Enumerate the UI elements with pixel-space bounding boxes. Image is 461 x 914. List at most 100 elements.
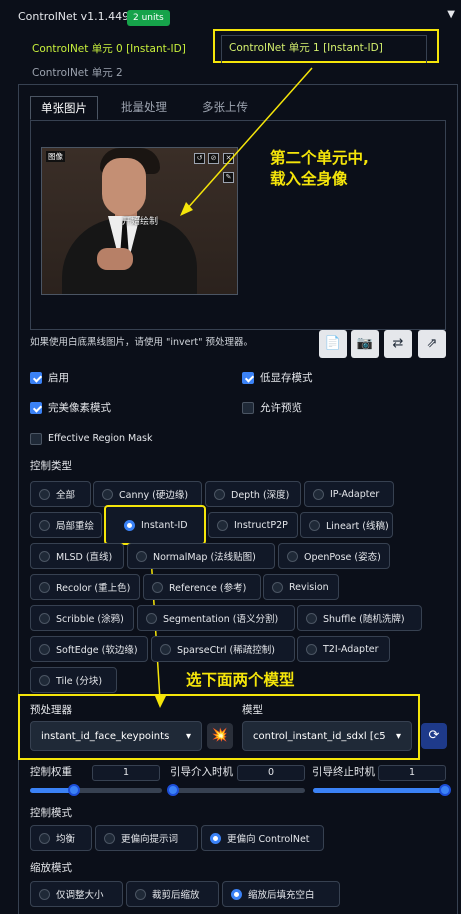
control-type-revision[interactable]: Revision: [263, 574, 339, 600]
control-type-t2i-adapter[interactable]: T2I-Adapter: [297, 636, 390, 662]
radio-instant-id[interactable]: [124, 519, 135, 531]
radio-shuffle[interactable]: [306, 612, 317, 624]
control-type-inpaint[interactable]: 局部重绘: [30, 512, 102, 538]
control-type-instant-id-label: Instant-ID: [141, 519, 188, 531]
radio-instructp2p[interactable]: [217, 519, 228, 531]
control-type-t2i-adapter-label: T2I-Adapter: [323, 643, 379, 655]
radio-controlnet[interactable]: [210, 832, 221, 844]
checkbox-region-mask[interactable]: [30, 433, 42, 445]
radio-inpaint[interactable]: [39, 519, 50, 531]
control-type-recolor-label: Recolor (重上色): [56, 583, 131, 594]
control-type-normalmap[interactable]: NormalMap (法线贴图): [127, 543, 275, 569]
control-type-mlsd[interactable]: MLSD (直线): [30, 543, 124, 569]
control-type-canny[interactable]: Canny (硬边缘): [93, 481, 202, 507]
radio-scribble[interactable]: [39, 612, 50, 624]
explosion-icon[interactable]: 💥: [207, 723, 233, 749]
slider-start-value[interactable]: 0: [237, 765, 305, 781]
checkbox-pixel-perfect[interactable]: [30, 402, 42, 414]
radio-recolor[interactable]: [39, 581, 50, 593]
radio-segmentation[interactable]: [146, 612, 157, 624]
radio-canny[interactable]: [102, 488, 113, 500]
resize-mode-fill-label: 缩放后填充空白: [248, 890, 315, 901]
checkbox-enable-label: 启用: [48, 372, 69, 384]
control-mode-controlnet[interactable]: 更偏向 ControlNet: [201, 825, 324, 851]
control-type-reference[interactable]: Reference (参考): [143, 574, 261, 600]
control-type-instructp2p[interactable]: InstructP2P: [208, 512, 298, 538]
radio-crop[interactable]: [135, 888, 146, 900]
slider-weight-value[interactable]: 1: [92, 765, 160, 781]
slider-start[interactable]: [167, 784, 305, 796]
control-type-all[interactable]: 全部: [30, 481, 91, 507]
resize-mode-label: 缩放模式: [30, 862, 72, 874]
region-mask-checkbox[interactable]: Effective Region Mask: [30, 432, 152, 446]
radio-balanced[interactable]: [39, 832, 50, 844]
checkbox-enable[interactable]: [30, 372, 42, 384]
radio-openpose[interactable]: [287, 550, 298, 562]
control-type-segmentation-label: Segmentation (语义分割): [163, 614, 279, 625]
control-type-softedge[interactable]: SoftEdge (软边缘): [30, 636, 148, 662]
resize-mode-crop[interactable]: 裁剪后缩放: [126, 881, 219, 907]
radio-all[interactable]: [39, 488, 50, 500]
control-mode-controlnet-label: 更偏向 ControlNet: [227, 834, 310, 845]
control-type-ip-adapter[interactable]: IP-Adapter: [304, 481, 394, 507]
radio-reference[interactable]: [152, 581, 163, 593]
radio-t2i-adapter[interactable]: [306, 643, 317, 655]
preprocessor-value: instant_id_face_keypoints: [41, 730, 170, 742]
radio-prompt[interactable]: [104, 832, 115, 844]
chevron-down-icon: ▾: [395, 730, 401, 742]
arrow-up-icon[interactable]: ⇗: [418, 330, 446, 358]
model-select[interactable]: control_instant_id_sdxl [c5 ▾: [242, 721, 412, 751]
slider-weight[interactable]: [30, 784, 162, 796]
control-type-tile[interactable]: Tile (分块): [30, 667, 117, 693]
resize-mode-just-resize[interactable]: 仅调整大小: [30, 881, 123, 907]
radio-ip-adapter[interactable]: [313, 488, 324, 500]
allow-preview-checkbox[interactable]: 允许预览: [242, 401, 302, 415]
preprocessor-label: 预处理器: [30, 704, 72, 716]
slider-start-handle[interactable]: [167, 784, 179, 796]
control-type-openpose[interactable]: OpenPose (姿态): [278, 543, 390, 569]
control-mode-prompt-label: 更偏向提示词: [121, 834, 179, 845]
control-type-recolor[interactable]: Recolor (重上色): [30, 574, 140, 600]
radio-softedge[interactable]: [39, 643, 50, 655]
control-mode-prompt[interactable]: 更偏向提示词: [95, 825, 198, 851]
control-type-sparsectrl-label: SparseCtrl (稀疏控制): [177, 645, 275, 656]
enable-checkbox[interactable]: 启用: [30, 371, 69, 385]
radio-revision[interactable]: [272, 581, 283, 593]
radio-just-resize[interactable]: [39, 888, 50, 900]
control-type-depth[interactable]: Depth (深度): [205, 481, 301, 507]
control-type-lineart-label: Lineart (线稿): [326, 521, 389, 532]
control-type-instant-id[interactable]: Instant-ID: [104, 505, 206, 545]
control-type-segmentation[interactable]: Segmentation (语义分割): [137, 605, 295, 631]
control-type-openpose-label: OpenPose (姿态): [304, 552, 381, 563]
control-type-scribble[interactable]: Scribble (涂鸦): [30, 605, 134, 631]
control-type-shuffle[interactable]: Shuffle (随机洗牌): [297, 605, 422, 631]
control-type-lineart[interactable]: Lineart (线稿): [300, 512, 393, 538]
radio-tile[interactable]: [39, 674, 50, 686]
control-type-shuffle-label: Shuffle (随机洗牌): [323, 614, 405, 625]
radio-fill[interactable]: [231, 888, 242, 900]
camera-icon[interactable]: 📷: [351, 330, 379, 358]
control-mode-balanced[interactable]: 均衡: [30, 825, 92, 851]
slider-end-handle[interactable]: [439, 784, 451, 796]
invert-hint: 如果使用白底黑线图片，请使用 "invert" 预处理器。: [30, 337, 254, 348]
radio-sparsectrl[interactable]: [160, 643, 171, 655]
checkbox-low-vram[interactable]: [242, 372, 254, 384]
radio-mlsd[interactable]: [39, 550, 50, 562]
slider-end-value[interactable]: 1: [378, 765, 446, 781]
document-icon[interactable]: 📄: [319, 330, 347, 358]
checkbox-allow-preview[interactable]: [242, 402, 254, 414]
slider-weight-handle[interactable]: [67, 784, 80, 796]
control-type-normalmap-label: NormalMap (法线贴图): [153, 552, 256, 563]
low-vram-checkbox[interactable]: 低显存模式: [242, 371, 313, 385]
checkbox-allow-preview-label: 允许预览: [260, 402, 302, 414]
radio-depth[interactable]: [214, 488, 225, 500]
refresh-icon[interactable]: ⟳: [421, 723, 447, 749]
radio-normalmap[interactable]: [136, 550, 147, 562]
slider-end[interactable]: [313, 784, 451, 796]
radio-lineart[interactable]: [309, 519, 320, 531]
control-type-sparsectrl[interactable]: SparseCtrl (稀疏控制): [151, 636, 295, 662]
resize-mode-fill[interactable]: 缩放后填充空白: [222, 881, 340, 907]
pixel-perfect-checkbox[interactable]: 完美像素模式: [30, 401, 111, 415]
swap-icon[interactable]: ⇄: [384, 330, 412, 358]
preprocessor-select[interactable]: instant_id_face_keypoints ▾: [30, 721, 202, 751]
